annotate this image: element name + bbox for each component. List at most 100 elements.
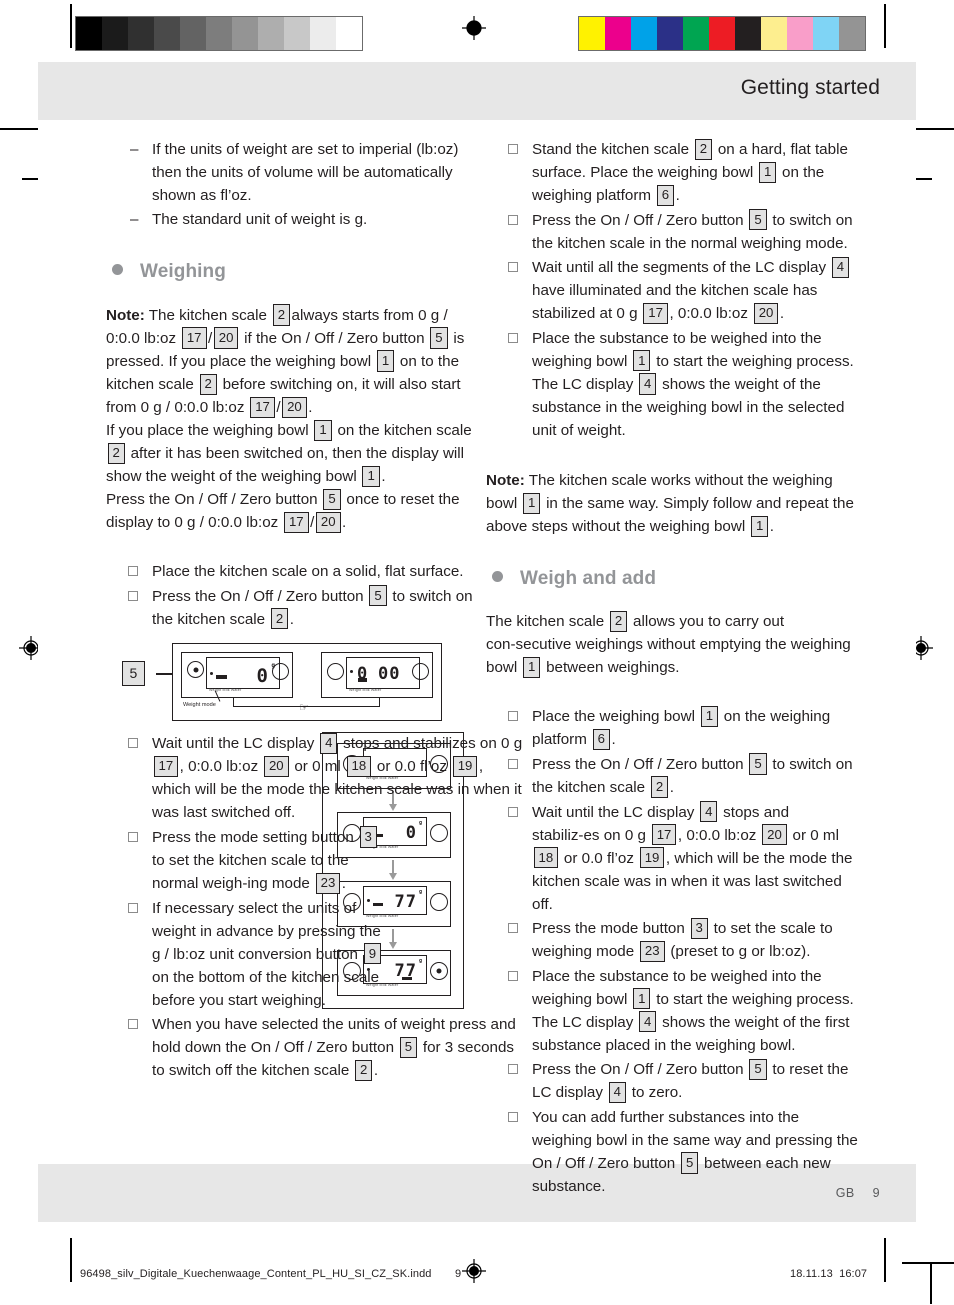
indicator-dot-icon [210, 672, 213, 676]
list-item: Wait until the LC display 4 stops and st… [486, 801, 858, 916]
grayscale-swatch [180, 17, 206, 50]
dash-bullet: – [130, 141, 139, 158]
tare-knob-icon [430, 824, 448, 843]
color-swatch [683, 17, 709, 50]
ref-box: 20 [213, 327, 239, 349]
ref-box: 20 [753, 302, 779, 324]
checkbox-square-icon [508, 144, 518, 154]
checkbox-square-icon [508, 806, 518, 817]
lcd-value: 0 [256, 665, 269, 688]
indicator-dot-icon [350, 670, 353, 674]
ref-box: 5 [680, 1152, 699, 1174]
list-item: Wait until all the segments of the LC di… [486, 256, 858, 325]
lcd-screen: 0 00 [346, 657, 420, 690]
list-item: Wait until the LC display 4 stops and st… [106, 732, 524, 824]
ref-box: 4 [320, 732, 338, 755]
lcd-unit: g [418, 958, 423, 965]
checkbox-square-icon [508, 970, 518, 981]
note-slash: / [208, 329, 213, 347]
footer-page-number: 9 [872, 1186, 880, 1200]
color-swatch [813, 17, 839, 50]
indicator-bar [358, 678, 367, 683]
ref-box: 20 [762, 824, 787, 846]
slug-time: 16:07 [839, 1268, 868, 1280]
grayscale-swatch [154, 17, 180, 50]
note-seg: . [308, 399, 313, 417]
steps-and-figure-wrap: Weight Milk Water 0 g Weight Milk Water … [106, 732, 522, 1082]
heading-label: Weigh and add [520, 567, 657, 589]
ref-box: 1 [362, 465, 380, 487]
weight-mode-label: Weight mode [183, 702, 216, 709]
list-item-text: to zero. [631, 1084, 683, 1102]
lcd-screen: 0 g [206, 657, 280, 690]
grayscale-swatch [102, 17, 128, 50]
getting-started-steps-list: Stand the kitchen scale 2 on a hard, fla… [486, 138, 858, 442]
list-item-text: . [289, 610, 294, 628]
bullet-dot-icon [492, 570, 503, 582]
indicator-bar [402, 977, 412, 981]
weighing-note-paragraph: Note: The kitchen scale 2 always starts f… [106, 304, 478, 534]
list-item: – The standard unit of weight is g. [106, 208, 478, 231]
indicator-bar [216, 675, 227, 680]
list-item-text: Wait until the LC display [152, 735, 315, 753]
weighing-steps-list-1: Place the kitchen scale on a solid, flat… [106, 560, 478, 631]
list-item: If necessary select the units of weight … [106, 897, 384, 1012]
ref-box: 19 [452, 755, 478, 778]
section-heading-weigh-and-add: Weigh and add [486, 565, 858, 594]
note-label: Note: [486, 472, 525, 490]
slug-filename: 96498_silv_Digitale_Kuechenwaage_Content… [80, 1268, 432, 1280]
lcd-value: 77 [394, 892, 417, 913]
page-root: Getting started GB 9 – If the units of we… [0, 0, 954, 1305]
ref-box: 1 [750, 515, 769, 538]
list-item-text: (preset to g or lb:oz). [670, 943, 811, 961]
figure-lcd-startup: 5 0 g Weight Milk Water Weight mode 0 00… [114, 641, 444, 723]
note-seg: on the kitchen scale [337, 422, 472, 440]
list-item-text: Wait until all the segments of the LC di… [532, 259, 827, 277]
crop-mark-tl-v [70, 4, 72, 48]
left-column: – If the units of weight are set to impe… [106, 138, 522, 1084]
ref-box: 2 [107, 442, 125, 464]
weigh-note-paragraph: Note: The kitchen scale works without th… [486, 469, 858, 538]
note-seg: Press the On / Off / Zero button [106, 491, 318, 509]
ref-box: 1 [700, 705, 719, 728]
list-item-text: Press the On / Off / Zero button [532, 1061, 744, 1079]
ref-box: 5 [749, 753, 767, 775]
checkbox-square-icon [508, 1111, 518, 1122]
mode-knob-icon [327, 663, 344, 681]
ref-box: 1 [522, 656, 541, 679]
grayscale-swatch [128, 17, 154, 50]
weigh-and-add-steps-list: Place the weighing bowl 1 on the weighin… [486, 705, 858, 1198]
ref-box: 20 [282, 396, 307, 418]
list-item: Press the On / Off / Zero button 5 to sw… [486, 753, 858, 799]
lcd-panel-1: 0 g Weight Milk Water [181, 652, 293, 699]
lcd-scale-labels: Weight Milk Water [349, 688, 382, 693]
ref-box: 20 [263, 755, 289, 778]
lcd-value: 77 [394, 961, 417, 982]
press-hand-icon: ☞ [299, 702, 309, 715]
list-item-text: Stand the kitchen scale [532, 141, 690, 158]
lcd-value: 0 [405, 823, 417, 844]
checkbox-square-icon [508, 711, 518, 722]
list-item-text: , 0:0.0 lb:oz [179, 758, 259, 776]
heading-label: Weighing [140, 261, 226, 283]
note-seg: in the same way. Simply follow and repea… [486, 495, 854, 536]
grayscale-swatch [76, 17, 102, 50]
ref-box: 17 [181, 327, 207, 349]
color-swatch [839, 17, 865, 50]
list-item-text: Place the kitchen scale on a solid, flat… [152, 563, 464, 581]
list-item-text: If the units of weight are set to imperi… [152, 141, 459, 205]
note-seg: . [342, 514, 347, 532]
color-swatch [579, 17, 605, 50]
color-swatch [631, 17, 657, 50]
list-item: Place the kitchen scale on a solid, flat… [106, 560, 478, 583]
list-item: You can add further substances into the … [486, 1106, 858, 1198]
ref-box: 6 [592, 728, 610, 751]
tare-knob-icon [412, 663, 429, 681]
tare-knob-icon [430, 962, 448, 981]
lcd-value-a: 0 [357, 664, 369, 685]
checkbox-square-icon [508, 1064, 518, 1075]
ref-box: 2 [355, 1059, 373, 1081]
mode-knob-icon [187, 661, 204, 679]
list-item-text: Press the On / Off / Zero button [532, 755, 744, 773]
color-swatch [761, 17, 787, 50]
